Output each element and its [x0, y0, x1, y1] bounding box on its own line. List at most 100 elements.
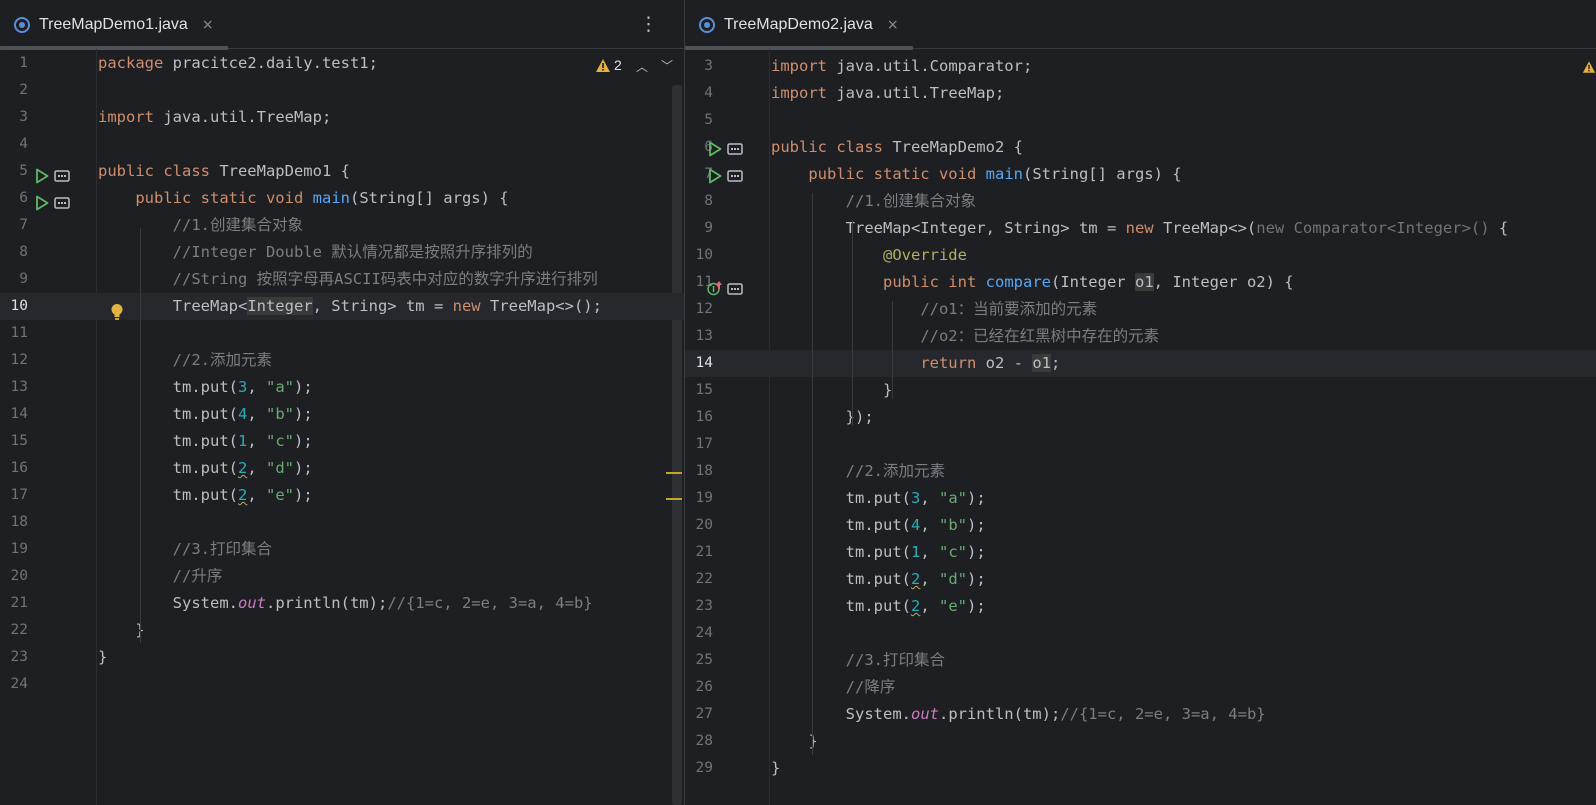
tab-treemapdemo2[interactable]: TreeMapDemo2.java ×	[685, 0, 913, 50]
run-icon[interactable]	[35, 168, 49, 184]
line-number[interactable]: 16	[0, 455, 28, 482]
line-number[interactable]: 16	[685, 404, 713, 431]
code-line[interactable]: 3 import java.util.TreeMap;	[0, 104, 684, 131]
code-text[interactable]: tm.put(3, "a");	[98, 374, 313, 401]
line-number[interactable]: 19	[685, 485, 713, 512]
code-text[interactable]: tm.put(2, "d");	[771, 566, 986, 593]
code-line[interactable]: 6 public static void main(String[] args)…	[0, 185, 684, 212]
code-text[interactable]: public int compare(Integer o1, Integer o…	[771, 269, 1294, 296]
code-text[interactable]: //1.创建集合对象	[98, 212, 303, 239]
line-number[interactable]: 5	[0, 158, 28, 185]
line-number[interactable]: 15	[685, 377, 713, 404]
code-text[interactable]: TreeMap<Integer, String> tm = new TreeMa…	[771, 215, 1509, 242]
close-tab-icon[interactable]: ×	[202, 17, 214, 33]
code-line[interactable]: 17	[685, 431, 1596, 458]
code-line[interactable]: 12 //o1：当前要添加的元素	[685, 296, 1596, 323]
debug-icon[interactable]	[54, 170, 70, 182]
code-line[interactable]: 18	[0, 509, 684, 536]
code-line[interactable]: 28 }	[685, 728, 1596, 755]
editor-pane-left[interactable]: TreeMapDemo1.java × ⋮ 2 ︿ ﹀ 1 package pra…	[0, 0, 684, 805]
run-icon[interactable]	[35, 195, 49, 211]
line-number[interactable]: 28	[685, 728, 713, 755]
code-line[interactable]: 15 }	[685, 377, 1596, 404]
line-number[interactable]: 7	[0, 212, 28, 239]
code-text[interactable]: }	[98, 617, 144, 644]
code-text[interactable]: //2.添加元素	[98, 347, 272, 374]
code-line[interactable]: 13 tm.put(3, "a");	[0, 374, 684, 401]
code-text[interactable]: //String 按照字母再ASCII码表中对应的数字升序进行排列	[98, 266, 598, 293]
line-number[interactable]: 29	[685, 755, 713, 782]
code-line[interactable]: 4	[0, 131, 684, 158]
code-text[interactable]: System.out.println(tm);//{1=c, 2=e, 3=a,…	[98, 590, 593, 617]
code-line[interactable]: 4 import java.util.TreeMap;	[685, 80, 1596, 107]
line-number[interactable]: 15	[0, 428, 28, 455]
code-line[interactable]: 23 tm.put(2, "e");	[685, 593, 1596, 620]
code-text[interactable]: }	[98, 644, 107, 671]
code-line[interactable]: 12 //2.添加元素	[0, 347, 684, 374]
line-number[interactable]: 26	[685, 674, 713, 701]
code-line[interactable]: 18 //2.添加元素	[685, 458, 1596, 485]
debug-icon[interactable]	[54, 197, 70, 209]
tab-treemapdemo1[interactable]: TreeMapDemo1.java ×	[0, 0, 228, 50]
code-text[interactable]: tm.put(3, "a");	[771, 485, 986, 512]
line-number[interactable]: 23	[685, 593, 713, 620]
debug-icon[interactable]	[727, 283, 743, 295]
line-number[interactable]: 2	[0, 77, 28, 104]
code-text[interactable]: }	[771, 755, 780, 782]
line-number[interactable]: 6	[0, 185, 28, 212]
code-text[interactable]: //升序	[98, 563, 223, 590]
code-text[interactable]: public class TreeMapDemo2 {	[771, 134, 1023, 161]
code-line[interactable]: 14 tm.put(4, "b");	[0, 401, 684, 428]
close-tab-icon[interactable]: ×	[887, 17, 899, 33]
code-text[interactable]: tm.put(2, "d");	[98, 455, 313, 482]
code-line[interactable]: 14 return o2 - o1;	[685, 350, 1596, 377]
line-number[interactable]: 19	[0, 536, 28, 563]
line-number[interactable]: 10	[0, 293, 28, 320]
line-number[interactable]: 12	[0, 347, 28, 374]
line-number[interactable]: 17	[0, 482, 28, 509]
code-line[interactable]: 3 import java.util.Comparator;	[685, 53, 1596, 80]
line-number[interactable]: 3	[685, 53, 713, 80]
line-number[interactable]: 8	[0, 239, 28, 266]
code-text[interactable]: package pracitce2.daily.test1;	[98, 50, 378, 77]
line-number[interactable]: 25	[685, 647, 713, 674]
code-line[interactable]: 17 tm.put(2, "e");	[0, 482, 684, 509]
code-text[interactable]: return o2 - o1;	[771, 350, 1060, 377]
code-text[interactable]: System.out.println(tm);//{1=c, 2=e, 3=a,…	[771, 701, 1266, 728]
line-number[interactable]: 21	[685, 539, 713, 566]
code-line[interactable]: 19 tm.put(3, "a");	[685, 485, 1596, 512]
code-text[interactable]: public class TreeMapDemo1 {	[98, 158, 350, 185]
code-text[interactable]: //2.添加元素	[771, 458, 945, 485]
line-number[interactable]: 22	[685, 566, 713, 593]
code-line[interactable]: 24	[0, 671, 684, 698]
code-text[interactable]: tm.put(2, "e");	[771, 593, 986, 620]
code-line[interactable]: 29}	[685, 755, 1596, 782]
code-text[interactable]: tm.put(1, "c");	[98, 428, 313, 455]
line-number[interactable]: 8	[685, 188, 713, 215]
code-text[interactable]: //降序	[771, 674, 896, 701]
code-line[interactable]: 24	[685, 620, 1596, 647]
code-text[interactable]: //3.打印集合	[771, 647, 945, 674]
code-line[interactable]: 15 tm.put(1, "c");	[0, 428, 684, 455]
line-number[interactable]: 20	[685, 512, 713, 539]
line-number[interactable]: 1	[0, 50, 28, 77]
code-text[interactable]: tm.put(1, "c");	[771, 539, 986, 566]
line-number[interactable]: 4	[0, 131, 28, 158]
code-line[interactable]: 26 //降序	[685, 674, 1596, 701]
code-line[interactable]: 19 //3.打印集合	[0, 536, 684, 563]
code-line[interactable]: 22 tm.put(2, "d");	[685, 566, 1596, 593]
line-number[interactable]: 13	[685, 323, 713, 350]
line-number[interactable]: 21	[0, 590, 28, 617]
code-line[interactable]: 10 TreeMap<Integer, String> tm = new Tre…	[0, 293, 684, 320]
line-number[interactable]: 18	[685, 458, 713, 485]
run-icon[interactable]	[708, 141, 722, 157]
code-line[interactable]: 16 tm.put(2, "d");	[0, 455, 684, 482]
code-text[interactable]: public static void main(String[] args) {	[98, 185, 508, 212]
implements-method-icon[interactable]	[707, 280, 723, 296]
code-line[interactable]: 13 //o2：已经在红黑树中存在的元素	[685, 323, 1596, 350]
code-line[interactable]: 9 TreeMap<Integer, String> tm = new Tree…	[685, 215, 1596, 242]
code-line[interactable]: 25 //3.打印集合	[685, 647, 1596, 674]
code-text[interactable]: @Override	[771, 242, 967, 269]
line-number[interactable]: 3	[0, 104, 28, 131]
code-line[interactable]: 21 tm.put(1, "c");	[685, 539, 1596, 566]
